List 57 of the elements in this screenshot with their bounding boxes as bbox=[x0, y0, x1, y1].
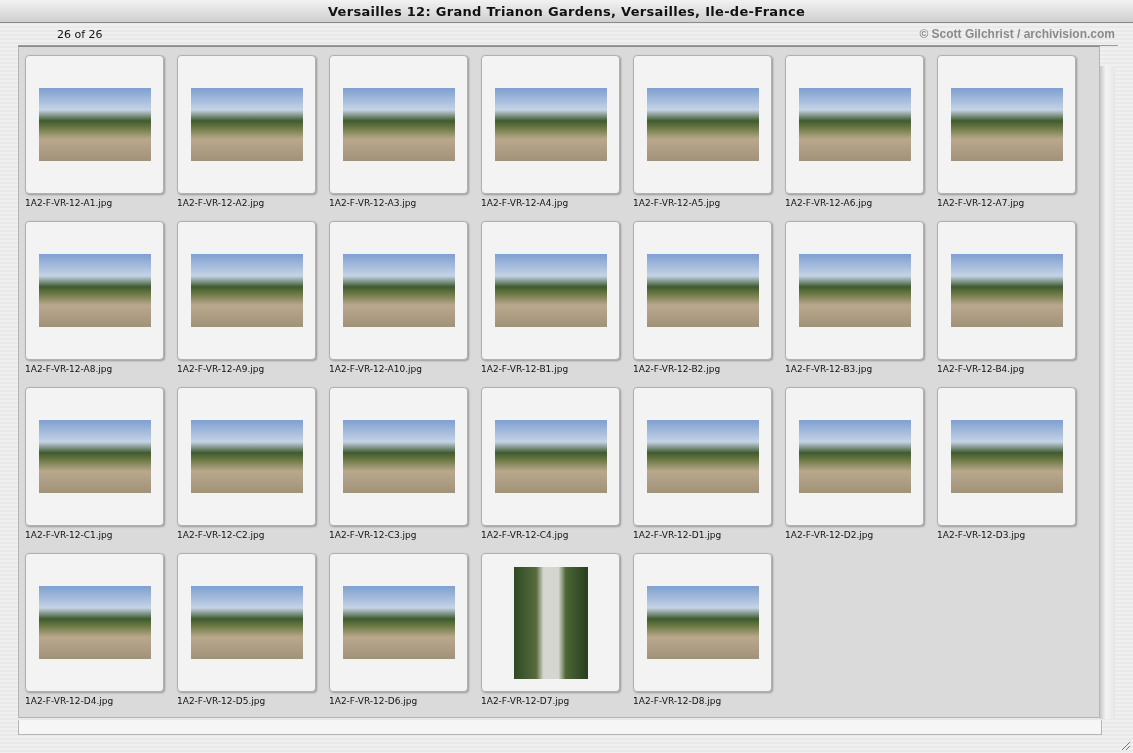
thumbnail-card[interactable] bbox=[633, 553, 772, 692]
thumbnail-card[interactable] bbox=[177, 55, 316, 194]
thumbnail-card[interactable] bbox=[481, 221, 620, 360]
file-name: 1A2-F-VR-12-C4.jpg bbox=[481, 530, 570, 540]
thumbnail-card[interactable] bbox=[177, 553, 316, 692]
copyright-credit: © Scott Gilchrist / archivision.com bbox=[919, 27, 1115, 41]
file-name: 1A2-F-VR-12-A7.jpg bbox=[937, 198, 1026, 208]
file-name: 1A2-F-VR-12-B1.jpg bbox=[481, 364, 570, 374]
thumbnail-card[interactable] bbox=[633, 387, 772, 526]
file-name: 1A2-F-VR-12-D4.jpg bbox=[25, 696, 115, 706]
file-name: 1A2-F-VR-12-A6.jpg bbox=[785, 198, 874, 208]
file-name: 1A2-F-VR-12-A5.jpg bbox=[633, 198, 722, 208]
thumbnail-card[interactable] bbox=[481, 553, 620, 692]
file-name: 1A2-F-VR-12-D1.jpg bbox=[633, 530, 723, 540]
thumbnail-card[interactable] bbox=[177, 221, 316, 360]
file-name: 1A2-F-VR-12-B2.jpg bbox=[633, 364, 722, 374]
thumbnail-card[interactable] bbox=[481, 55, 620, 194]
thumbnail-card[interactable] bbox=[25, 387, 164, 526]
file-name: 1A2-F-VR-12-D8.jpg bbox=[633, 696, 723, 706]
scrollbar-track[interactable] bbox=[1100, 66, 1115, 719]
thumbnail-card[interactable] bbox=[785, 221, 924, 360]
thumbnail-card[interactable] bbox=[177, 387, 316, 526]
thumbnail-card[interactable] bbox=[25, 553, 164, 692]
thumbnail-card[interactable] bbox=[937, 387, 1076, 526]
thumbnail-card[interactable] bbox=[481, 387, 620, 526]
thumbnail-card[interactable] bbox=[329, 221, 468, 360]
file-name: 1A2-F-VR-12-D2.jpg bbox=[785, 530, 875, 540]
thumbnail-card[interactable] bbox=[633, 221, 772, 360]
file-name: 1A2-F-VR-12-C3.jpg bbox=[329, 530, 418, 540]
image-counter: 26 of 26 bbox=[57, 27, 103, 41]
thumbnail-card[interactable] bbox=[329, 55, 468, 194]
file-name: 1A2-F-VR-12-D7.jpg bbox=[481, 696, 571, 706]
resize-grip-icon[interactable] bbox=[1119, 739, 1131, 751]
file-name: 1A2-F-VR-12-A3.jpg bbox=[329, 198, 418, 208]
thumbnail-card[interactable] bbox=[329, 387, 468, 526]
thumbnail-card[interactable] bbox=[329, 553, 468, 692]
thumbnail-card[interactable] bbox=[25, 221, 164, 360]
file-name: 1A2-F-VR-12-C2.jpg bbox=[177, 530, 266, 540]
thumbnail-card[interactable] bbox=[785, 55, 924, 194]
thumbnail-card[interactable] bbox=[937, 55, 1076, 194]
file-name: 1A2-F-VR-12-A4.jpg bbox=[481, 198, 570, 208]
thumbnail-card[interactable] bbox=[937, 221, 1076, 360]
file-name: 1A2-F-VR-12-D6.jpg bbox=[329, 696, 419, 706]
file-name: 1A2-F-VR-12-D5.jpg bbox=[177, 696, 267, 706]
file-name: 1A2-F-VR-12-A8.jpg bbox=[25, 364, 114, 374]
thumbnail-card[interactable] bbox=[25, 55, 164, 194]
file-name: 1A2-F-VR-12-A1.jpg bbox=[25, 198, 114, 208]
file-name: 1A2-F-VR-12-A10.jpg bbox=[329, 364, 423, 374]
file-name: 1A2-F-VR-12-B3.jpg bbox=[785, 364, 874, 374]
file-name: 1A2-F-VR-12-A2.jpg bbox=[177, 198, 266, 208]
file-name: 1A2-F-VR-12-D3.jpg bbox=[937, 530, 1027, 540]
file-name: 1A2-F-VR-12-A9.jpg bbox=[177, 364, 266, 374]
file-name: 1A2-F-VR-12-C1.jpg bbox=[25, 530, 114, 540]
thumbnail-card[interactable] bbox=[785, 387, 924, 526]
window-title: Versailles 12: Grand Trianon Gardens, Versailles, Ile-de-France bbox=[327, 3, 806, 19]
file-name: 1A2-F-VR-12-B4.jpg bbox=[937, 364, 1026, 374]
thumbnail-card[interactable] bbox=[633, 55, 772, 194]
